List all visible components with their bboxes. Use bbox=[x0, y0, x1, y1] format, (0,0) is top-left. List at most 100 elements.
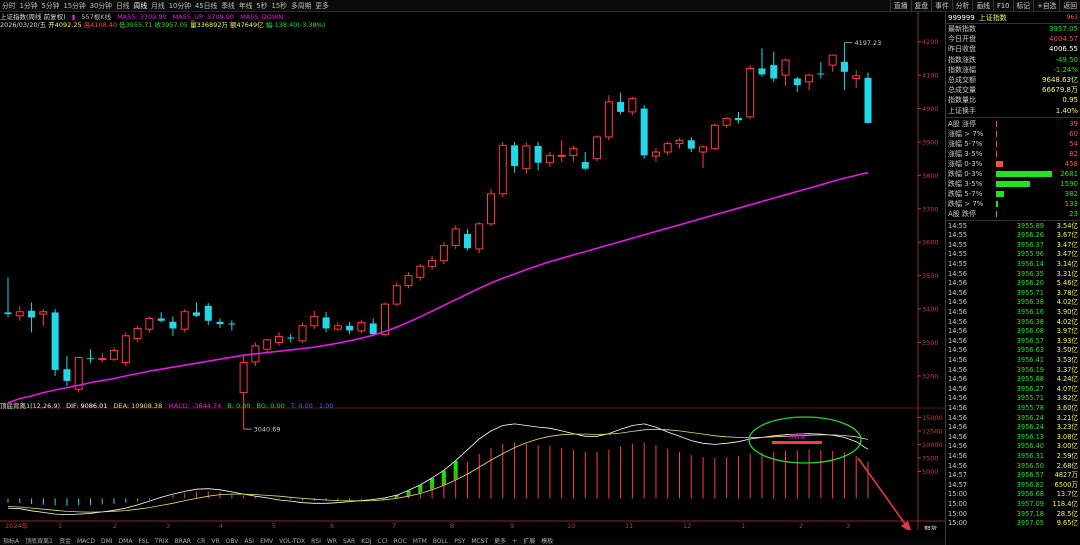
indicator-tab-27[interactable]: 扩展 bbox=[520, 538, 538, 545]
kline-chart[interactable]: 3200330034003500360037003800390040004100… bbox=[0, 12, 945, 530]
candle-body-down bbox=[51, 312, 59, 370]
indicator-tab-12[interactable]: ASI bbox=[241, 538, 257, 545]
tick-row: 14:56 3956.27 4.07亿 bbox=[946, 385, 1080, 395]
tick-amount: 2.68亿 bbox=[1056, 461, 1078, 470]
tool-button-4[interactable]: 画线 bbox=[972, 0, 993, 12]
tick-price: 3956.31 bbox=[1016, 451, 1044, 460]
tick-time: 14:55 bbox=[948, 250, 968, 259]
period-tab-2[interactable]: 5分钟 bbox=[40, 0, 62, 12]
tick-time: 14:57 bbox=[948, 480, 968, 489]
tick-time: 14:56 bbox=[948, 269, 968, 278]
tick-amount: 3.08亿 bbox=[1056, 432, 1078, 441]
indicator-tab-17[interactable]: SAR bbox=[340, 538, 358, 545]
indicator-tab-0[interactable]: 指标A bbox=[0, 538, 22, 545]
candle-body-up bbox=[298, 325, 307, 342]
tick-row: 14:56 3956.57 3.93亿 bbox=[946, 337, 1080, 347]
indicator-tab-2[interactable]: 资金 bbox=[56, 538, 74, 545]
indicator-tab-23[interactable]: PSY bbox=[451, 538, 468, 545]
candle-body-up bbox=[133, 327, 142, 339]
indicator-tab-20[interactable]: ROC bbox=[391, 538, 410, 545]
bar-close: 收3957.05 bbox=[154, 21, 189, 29]
indicator-tab-22[interactable]: BOLL bbox=[430, 538, 451, 545]
tool-button-8[interactable]: 返回 bbox=[1059, 0, 1080, 12]
chart-area[interactable]: 3200 3300 3400 3500 3600 3700 3800 3900 4000 4100… bbox=[0, 12, 945, 530]
quote-label: 今日开盘 bbox=[948, 35, 976, 44]
period-tab-1[interactable]: 1分钟 bbox=[18, 0, 40, 12]
index-code: 999999 bbox=[948, 13, 975, 22]
tool-button-2[interactable]: 事件 bbox=[931, 0, 952, 12]
distribution-bar bbox=[996, 190, 1004, 197]
tick-list[interactable]: 14:55 3955.89 3.54亿 14:55 3956.26 3.67亿 14:55 3… bbox=[946, 222, 1080, 529]
tool-button-6[interactable]: 标记 bbox=[1012, 0, 1034, 12]
indicator-tab-3[interactable]: MACD bbox=[74, 538, 98, 545]
candle-body-up bbox=[487, 193, 496, 225]
indicator-tab-19[interactable]: CCI bbox=[375, 538, 391, 545]
tick-time: 14:56 bbox=[948, 423, 968, 432]
tick-price: 3956.26 bbox=[1016, 231, 1044, 240]
indicator-tab-13[interactable]: EMV bbox=[257, 538, 276, 545]
candle-body-up bbox=[98, 358, 107, 361]
quote-label: 指数涨跌 bbox=[948, 55, 976, 64]
indicator-tab-24[interactable]: MCST bbox=[468, 538, 491, 545]
indicator-tab-18[interactable]: KDJ bbox=[358, 538, 374, 545]
period-tab-13[interactable]: 15秒 bbox=[270, 0, 289, 12]
price-tick-label: 3800 bbox=[922, 172, 939, 180]
indicator-tab-6[interactable]: FSL bbox=[135, 538, 152, 545]
candle-body-down bbox=[734, 117, 742, 121]
tool-button-0[interactable]: 直播 bbox=[889, 0, 911, 12]
indicator-tab-11[interactable]: OBV bbox=[223, 538, 242, 545]
distribution-bar bbox=[996, 140, 997, 147]
red-arrow-line bbox=[857, 457, 909, 529]
distribution-label: 跌幅 3-5% bbox=[948, 179, 983, 188]
indicator-tab-14[interactable]: VOL-TDX bbox=[276, 538, 308, 545]
indicator-tab-15[interactable]: RSI bbox=[308, 538, 324, 545]
period-tab-4[interactable]: 30分钟 bbox=[88, 0, 114, 12]
indicator-tab-1[interactable]: 顶底背离1 bbox=[22, 538, 56, 545]
period-tab-12[interactable]: 5秒 bbox=[254, 0, 269, 12]
tick-price: 3956.16 bbox=[1016, 308, 1044, 317]
period-tab-11[interactable]: 年线 bbox=[237, 0, 255, 12]
tool-button-3[interactable]: 分析 bbox=[951, 0, 973, 12]
indicator-tab-28[interactable]: 模板 bbox=[538, 538, 556, 545]
tool-button-5[interactable]: F10 bbox=[992, 0, 1013, 12]
tool-button-7[interactable]: +自选 bbox=[1033, 0, 1059, 12]
distribution-count: 1590 bbox=[1060, 179, 1078, 188]
period-tab-5[interactable]: 日线 bbox=[114, 0, 132, 12]
distribution-row: 涨幅 > 7% 60 bbox=[946, 129, 1080, 139]
distribution-row: 涨幅 5-7% 54 bbox=[946, 139, 1080, 149]
period-tab-3[interactable]: 15分钟 bbox=[61, 0, 87, 12]
distribution-bar bbox=[996, 160, 1003, 167]
candle-body-down bbox=[617, 101, 625, 112]
indicator-tab-4[interactable]: DMI bbox=[98, 538, 116, 545]
quote-panel: 999999 上证指数 963 最新指数 3957.05 今日开盘 4004.57 昨日… bbox=[945, 12, 1080, 545]
period-tab-10[interactable]: 季线 bbox=[219, 0, 237, 12]
indicator-tick-label: 10000 bbox=[922, 441, 943, 449]
indicator-tab-9[interactable]: CR bbox=[194, 538, 208, 545]
period-tab-15[interactable]: 更多 bbox=[313, 0, 331, 12]
indicator-tab-26[interactable]: + bbox=[509, 538, 520, 545]
period-tab-8[interactable]: 10分钟 bbox=[167, 0, 193, 12]
period-tab-9[interactable]: 45日线 bbox=[193, 0, 219, 12]
period-tab-6[interactable]: 周线 bbox=[132, 0, 150, 12]
tick-amount: 3.53亿 bbox=[1056, 356, 1078, 364]
period-tab-14[interactable]: 多周期 bbox=[289, 0, 313, 12]
quote-header: 999999 上证指数 963 bbox=[946, 12, 1080, 24]
candle-body-up bbox=[593, 136, 602, 160]
candle-body-up bbox=[569, 148, 578, 156]
indicator-tab-5[interactable]: DMA bbox=[116, 538, 136, 545]
indicator-tab-10[interactable]: VR bbox=[208, 538, 222, 545]
tool-button-1[interactable]: 复盘 bbox=[910, 0, 932, 12]
indicator-info-line: 顶底背离1(12,26,9) DIF: 9086.01 DEA: 10908.3… bbox=[0, 402, 337, 411]
indicator-tab-21[interactable]: MTM bbox=[410, 538, 430, 545]
period-tab-7[interactable]: 月线 bbox=[149, 0, 167, 12]
indicator-tab-8[interactable]: BRAR bbox=[172, 538, 194, 545]
tick-price: 3956.20 bbox=[1016, 279, 1044, 288]
indicator-tab-16[interactable]: WR bbox=[324, 538, 340, 545]
quote-row: 指数涨幅 -1.24% bbox=[946, 65, 1080, 75]
period-tab-0[interactable]: 分时 bbox=[0, 0, 18, 12]
indicator-tab-7[interactable]: TRIX bbox=[152, 538, 172, 545]
candle-body-down bbox=[369, 323, 377, 335]
tick-time: 14:56 bbox=[948, 461, 968, 470]
time-axis-label: 3 bbox=[846, 522, 850, 530]
indicator-tab-25[interactable]: 更多 bbox=[491, 538, 509, 545]
